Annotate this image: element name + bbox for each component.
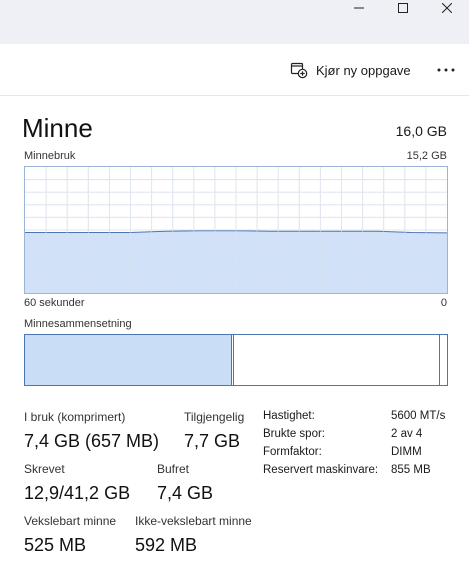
stat-available: Tilgjengelig 7,7 GB xyxy=(184,410,244,453)
maximize-icon xyxy=(398,3,408,13)
spec-reserved-label: Reservert maskinvare: xyxy=(263,464,379,476)
stat-cached-value: 7,4 GB xyxy=(157,483,214,503)
stat-committed-label: Skrevet xyxy=(24,462,65,476)
memory-panel: Minne 16,0 GB Minnebruk 15,2 GB 60 sekun… xyxy=(0,96,469,572)
stat-cached: Bufret 7,4 GB xyxy=(157,462,213,505)
spec-form-factor-label: Formfaktor: xyxy=(263,446,322,458)
stat-committed-value: 12,9/41,2 GB xyxy=(24,483,131,503)
run-new-task-button[interactable]: Kjør ny oppgave xyxy=(290,59,411,81)
title-bar xyxy=(0,0,469,44)
more-icon xyxy=(437,68,455,72)
stat-non-paged-pool-label: Ikke-vekslebart minne xyxy=(135,514,252,528)
memory-usage-graph xyxy=(24,166,448,294)
spec-form-factor-value: DIMM xyxy=(391,446,422,458)
stat-in-use: I bruk (komprimert) 7,4 GB (657 MB) xyxy=(24,410,159,453)
maximize-button[interactable] xyxy=(380,0,426,16)
run-new-task-label: Kjør ny oppgave xyxy=(316,62,411,78)
composition-standby xyxy=(234,335,439,385)
stat-available-label: Tilgjengelig xyxy=(184,410,245,424)
total-memory: 16,0 GB xyxy=(395,123,447,139)
memory-usage-chart xyxy=(25,167,447,293)
stat-committed: Skrevet 12,9/41,2 GB xyxy=(24,462,130,505)
chart-grid-overlay xyxy=(25,167,447,293)
stat-paged-pool: Vekslebart minne 525 MB xyxy=(24,514,116,557)
stat-cached-label: Bufret xyxy=(157,462,190,476)
spec-speed-label: Hastighet: xyxy=(263,410,315,422)
time-axis-start: 60 sekunder xyxy=(24,297,85,309)
stat-available-value: 7,7 GB xyxy=(184,431,241,451)
page-title: Minne xyxy=(22,113,93,143)
memory-composition-bar xyxy=(24,334,448,386)
close-button[interactable] xyxy=(424,0,469,16)
stat-non-paged-pool: Ikke-vekslebart minne 592 MB xyxy=(135,514,252,557)
composition-free xyxy=(439,335,447,385)
stat-in-use-label: I bruk (komprimert) xyxy=(24,410,126,424)
more-options-button[interactable] xyxy=(431,58,461,82)
minimize-button[interactable] xyxy=(336,0,382,16)
time-axis-end: 0 xyxy=(440,297,447,309)
composition-label: Minnesammensetning xyxy=(24,318,132,330)
stat-in-use-value: 7,4 GB (657 MB) xyxy=(24,431,160,451)
toolbar: Kjør ny oppgave xyxy=(0,44,469,96)
run-task-icon xyxy=(290,62,308,79)
spec-slots-value: 2 av 4 xyxy=(391,428,423,440)
stat-non-paged-pool-value: 592 MB xyxy=(135,535,198,555)
memory-usage-max: 15,2 GB xyxy=(406,150,447,162)
minimize-icon xyxy=(354,7,364,9)
spec-speed-value: 5600 MT/s xyxy=(391,410,446,422)
stat-paged-pool-value: 525 MB xyxy=(24,535,87,555)
spec-reserved-value: 855 MB xyxy=(391,464,431,476)
close-icon xyxy=(442,3,452,13)
spec-slots-label: Brukte spor: xyxy=(263,428,325,440)
composition-in-use xyxy=(25,335,232,385)
memory-usage-label: Minnebruk xyxy=(24,150,76,162)
stat-paged-pool-label: Vekslebart minne xyxy=(24,514,117,528)
